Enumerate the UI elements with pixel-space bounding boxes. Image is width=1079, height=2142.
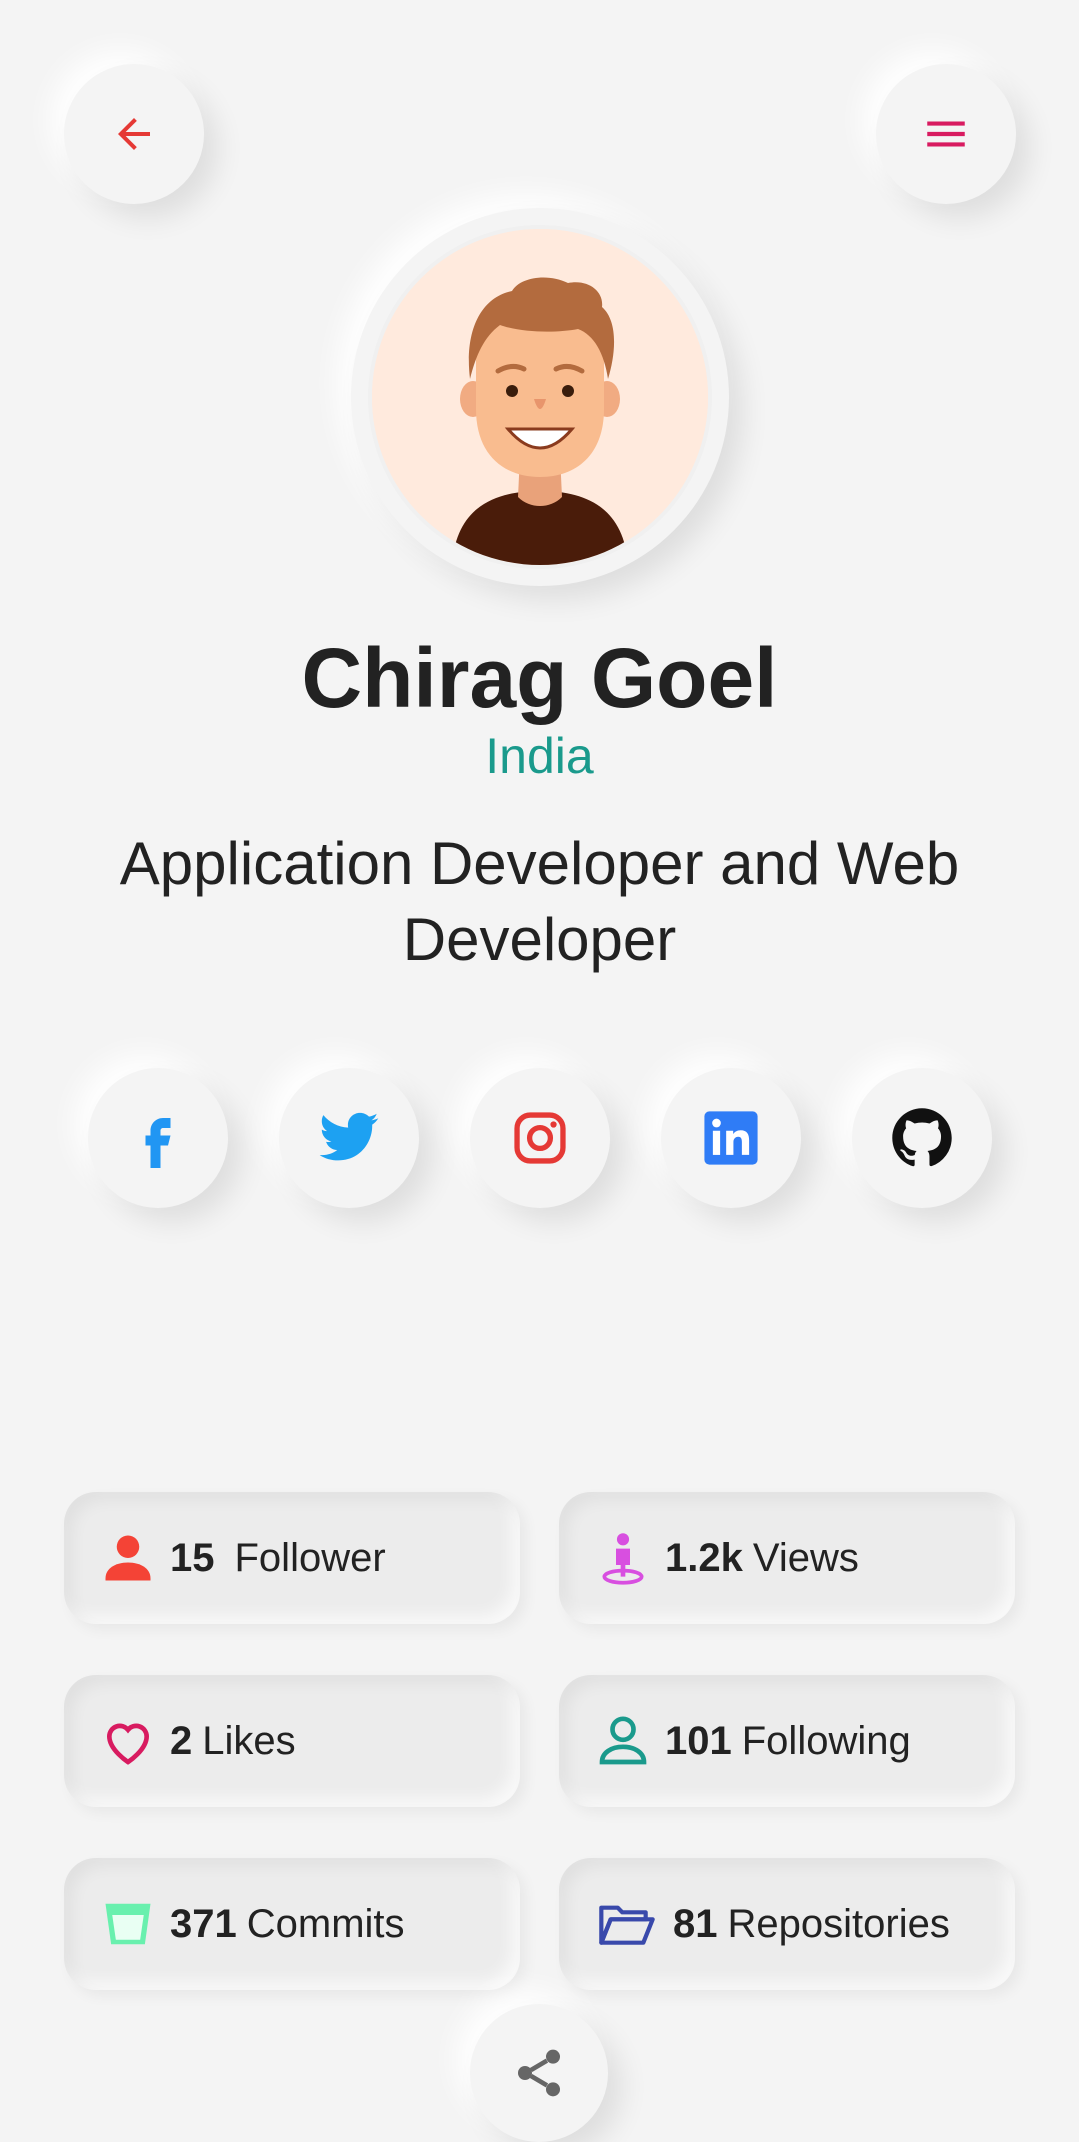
facebook-icon <box>145 1118 171 1168</box>
menu-button[interactable] <box>876 64 1016 204</box>
back-button[interactable] <box>64 64 204 204</box>
stat-views[interactable]: 1.2k Views <box>559 1492 1015 1624</box>
arrow-left-icon <box>118 118 150 150</box>
heart-icon <box>100 1713 156 1769</box>
stat-likes[interactable]: 2 Likes <box>64 1675 520 1807</box>
share-icon <box>518 2049 560 2097</box>
facebook-button[interactable] <box>88 1068 228 1208</box>
twitter-icon <box>319 1112 379 1161</box>
stat-repositories[interactable]: 81 Repositories <box>559 1858 1015 1990</box>
menu-icon <box>927 121 965 147</box>
stat-label: Following <box>741 1718 911 1763</box>
linkedin-button[interactable] <box>661 1068 801 1208</box>
stat-label: Follower <box>234 1535 386 1580</box>
stat-label: Commits <box>246 1901 405 1946</box>
profile-name: Chirag Goel <box>301 631 778 725</box>
stat-label: Likes <box>202 1718 296 1763</box>
person-pin-icon <box>595 1530 651 1586</box>
stat-commits[interactable]: 371 Commits <box>64 1858 520 1990</box>
stat-value: 81 <box>673 1901 718 1946</box>
avatar-illustration <box>372 229 708 565</box>
twitter-button[interactable] <box>279 1068 419 1208</box>
github-icon <box>892 1108 952 1167</box>
profile-bio: Application Developer and Web Developer <box>119 830 960 973</box>
folder-open-icon <box>595 1896 659 1952</box>
person-outline-icon <box>595 1713 651 1769</box>
avatar <box>351 208 729 586</box>
cup-icon <box>100 1896 156 1952</box>
share-button[interactable] <box>470 2004 608 2142</box>
person-icon <box>100 1530 156 1586</box>
instagram-icon <box>514 1112 566 1164</box>
stat-label: Views <box>752 1535 859 1580</box>
stat-value: 15 <box>170 1535 215 1580</box>
linkedin-icon <box>704 1111 758 1165</box>
avatar-image <box>368 225 712 569</box>
stat-value: 371 <box>170 1901 237 1946</box>
github-button[interactable] <box>852 1068 992 1208</box>
stat-label: Repositories <box>727 1901 950 1946</box>
stat-followers[interactable]: 15 Follower <box>64 1492 520 1624</box>
profile-location: India <box>485 728 594 784</box>
stat-value: 101 <box>665 1718 732 1763</box>
stat-following[interactable]: 101 Following <box>559 1675 1015 1807</box>
stat-value: 1.2k <box>665 1535 743 1580</box>
instagram-button[interactable] <box>470 1068 610 1208</box>
stat-value: 2 <box>170 1718 193 1763</box>
